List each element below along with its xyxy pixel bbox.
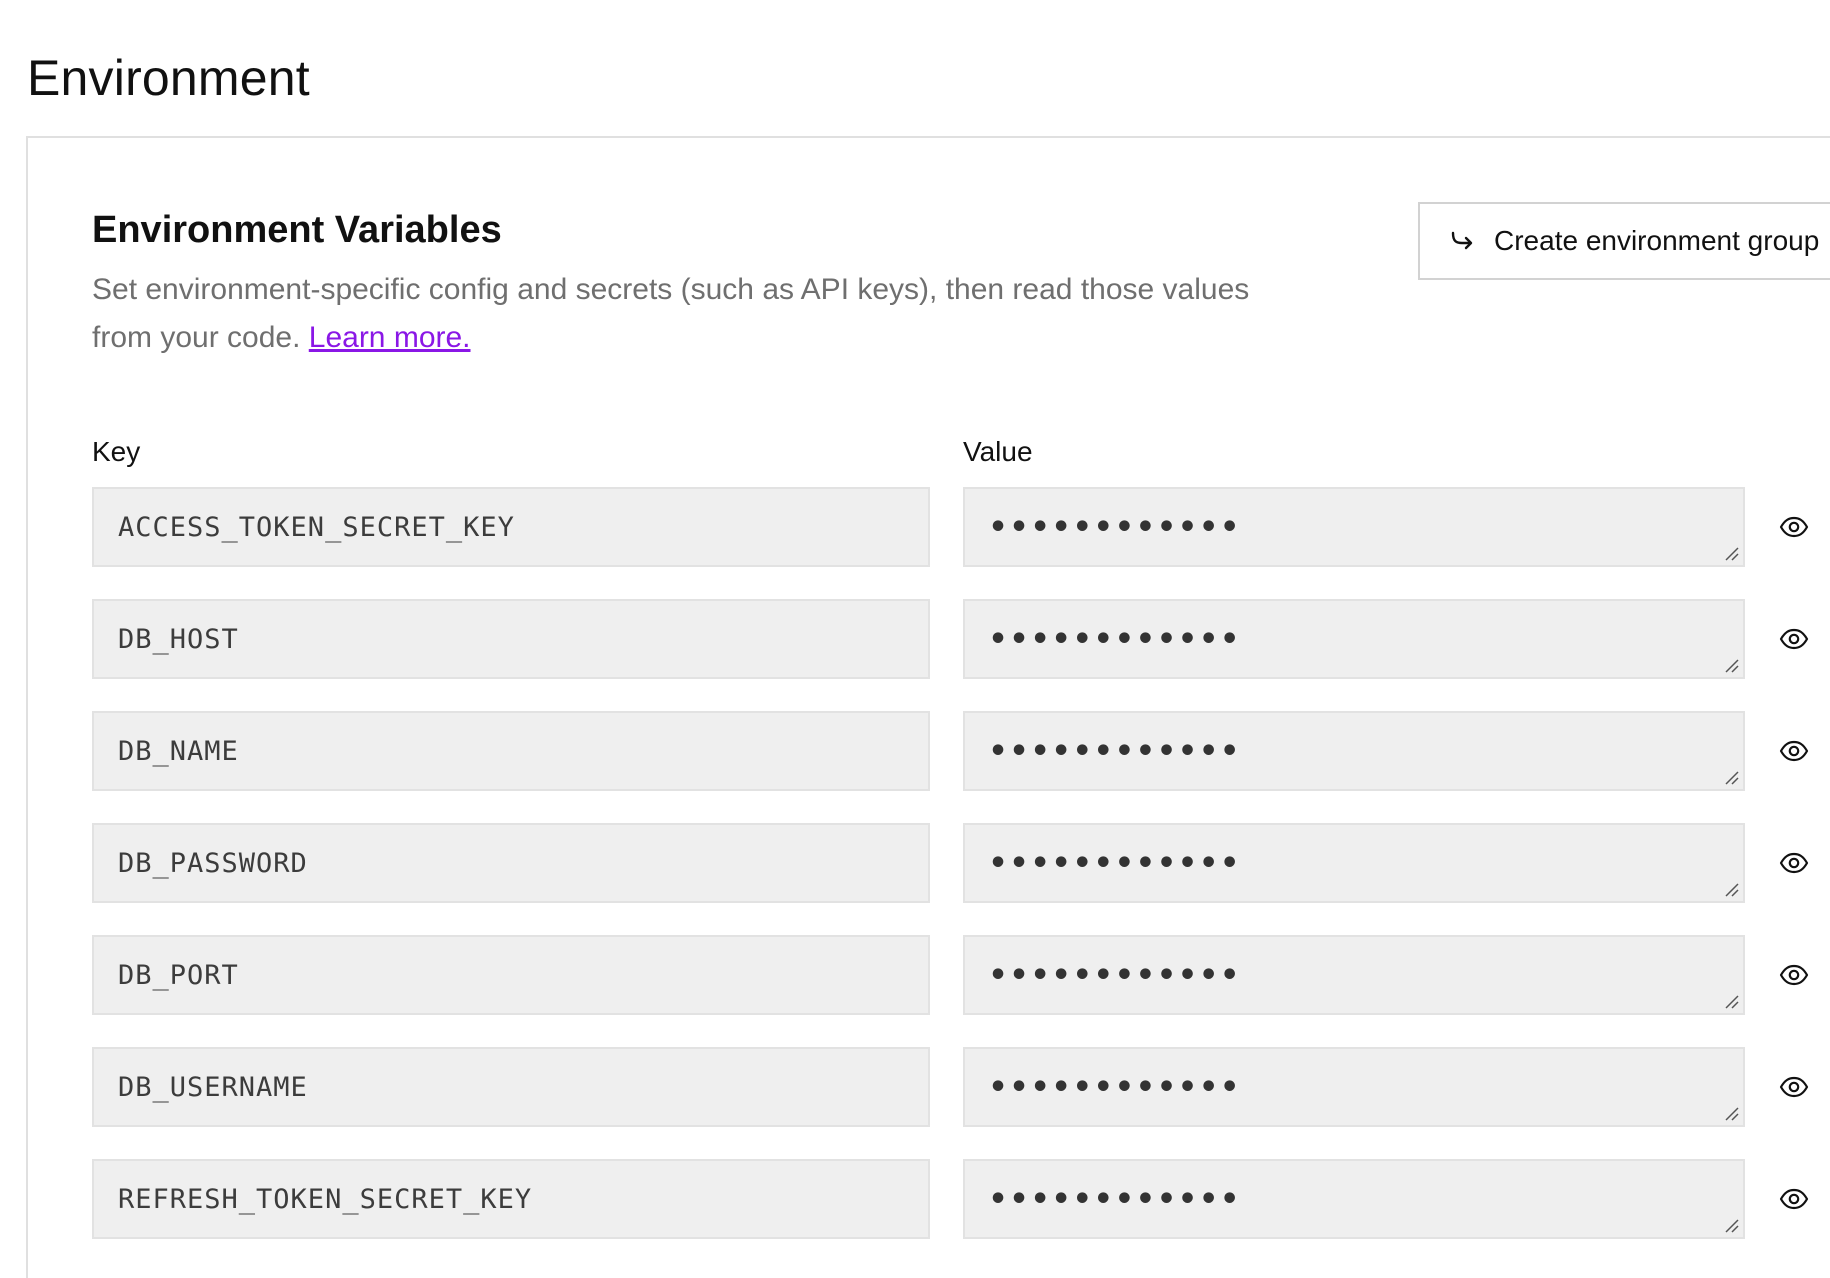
env-value-input[interactable]: •••••••••••• (963, 711, 1745, 791)
eye-icon (1779, 852, 1809, 874)
eye-icon (1779, 964, 1809, 986)
show-value-button[interactable] (1776, 733, 1812, 769)
env-key-input[interactable]: DB_PORT (92, 935, 930, 1015)
section-title: Environment Variables (92, 209, 502, 251)
eye-icon (1779, 1188, 1809, 1210)
env-key-input[interactable]: REFRESH_TOKEN_SECRET_KEY (92, 1159, 930, 1239)
env-var-row: DB_HOST •••••••••••• (92, 599, 1830, 679)
create-environment-group-button[interactable]: Create environment group (1418, 202, 1830, 280)
show-value-button[interactable] (1776, 957, 1812, 993)
env-var-row: DB_USERNAME •••••••••••• (92, 1047, 1830, 1127)
resize-handle-icon[interactable] (1723, 993, 1739, 1009)
arrow-return-icon (1451, 231, 1473, 250)
env-key-input[interactable]: DB_USERNAME (92, 1047, 930, 1127)
show-value-button[interactable] (1776, 509, 1812, 545)
value-column-label: Value (963, 436, 1033, 467)
show-value-button[interactable] (1776, 1069, 1812, 1105)
env-value-masked: •••••••••••• (989, 957, 1242, 993)
show-value-button[interactable] (1776, 621, 1812, 657)
env-key-input[interactable]: DB_NAME (92, 711, 930, 791)
section-description: Set environment-specific config and secr… (92, 266, 1252, 362)
env-value-masked: •••••••••••• (989, 1181, 1242, 1217)
show-value-button[interactable] (1776, 845, 1812, 881)
show-value-button[interactable] (1776, 1181, 1812, 1217)
resize-handle-icon[interactable] (1723, 769, 1739, 785)
env-key-input[interactable]: DB_HOST (92, 599, 930, 679)
env-value-input[interactable]: •••••••••••• (963, 599, 1745, 679)
description-text: Set environment-specific config and secr… (92, 273, 1250, 354)
eye-icon (1779, 628, 1809, 650)
env-var-row: DB_NAME •••••••••••• (92, 711, 1830, 791)
env-key-input[interactable]: DB_PASSWORD (92, 823, 930, 903)
env-value-input[interactable]: •••••••••••• (963, 487, 1745, 567)
learn-more-link[interactable]: Learn more. (309, 321, 471, 354)
env-value-input[interactable]: •••••••••••• (963, 1159, 1745, 1239)
page-title: Environment (27, 50, 310, 106)
environment-page: Environment Environment Variables Set en… (0, 0, 1830, 1278)
key-column-label: Key (92, 436, 141, 467)
resize-handle-icon[interactable] (1723, 1105, 1739, 1121)
eye-icon (1779, 740, 1809, 762)
resize-handle-icon[interactable] (1723, 657, 1739, 673)
eye-icon (1779, 516, 1809, 538)
create-environment-group-label: Create environment group (1494, 225, 1820, 256)
env-var-row: ACCESS_TOKEN_SECRET_KEY •••••••••••• (92, 487, 1830, 567)
env-value-masked: •••••••••••• (989, 733, 1242, 769)
env-value-masked: •••••••••••• (989, 1069, 1242, 1105)
env-var-row: DB_PASSWORD •••••••••••• (92, 823, 1830, 903)
env-var-row: DB_PORT •••••••••••• (92, 935, 1830, 1015)
env-value-masked: •••••••••••• (989, 845, 1242, 881)
resize-handle-icon[interactable] (1723, 881, 1739, 897)
env-key-input[interactable]: ACCESS_TOKEN_SECRET_KEY (92, 487, 930, 567)
env-value-masked: •••••••••••• (989, 621, 1242, 657)
resize-handle-icon[interactable] (1723, 1217, 1739, 1233)
env-value-input[interactable]: •••••••••••• (963, 1047, 1745, 1127)
env-value-input[interactable]: •••••••••••• (963, 935, 1745, 1015)
eye-icon (1779, 1076, 1809, 1098)
resize-handle-icon[interactable] (1723, 545, 1739, 561)
env-value-input[interactable]: •••••••••••• (963, 823, 1745, 903)
env-var-row: REFRESH_TOKEN_SECRET_KEY •••••••••••• (92, 1159, 1830, 1239)
env-value-masked: •••••••••••• (989, 509, 1242, 545)
